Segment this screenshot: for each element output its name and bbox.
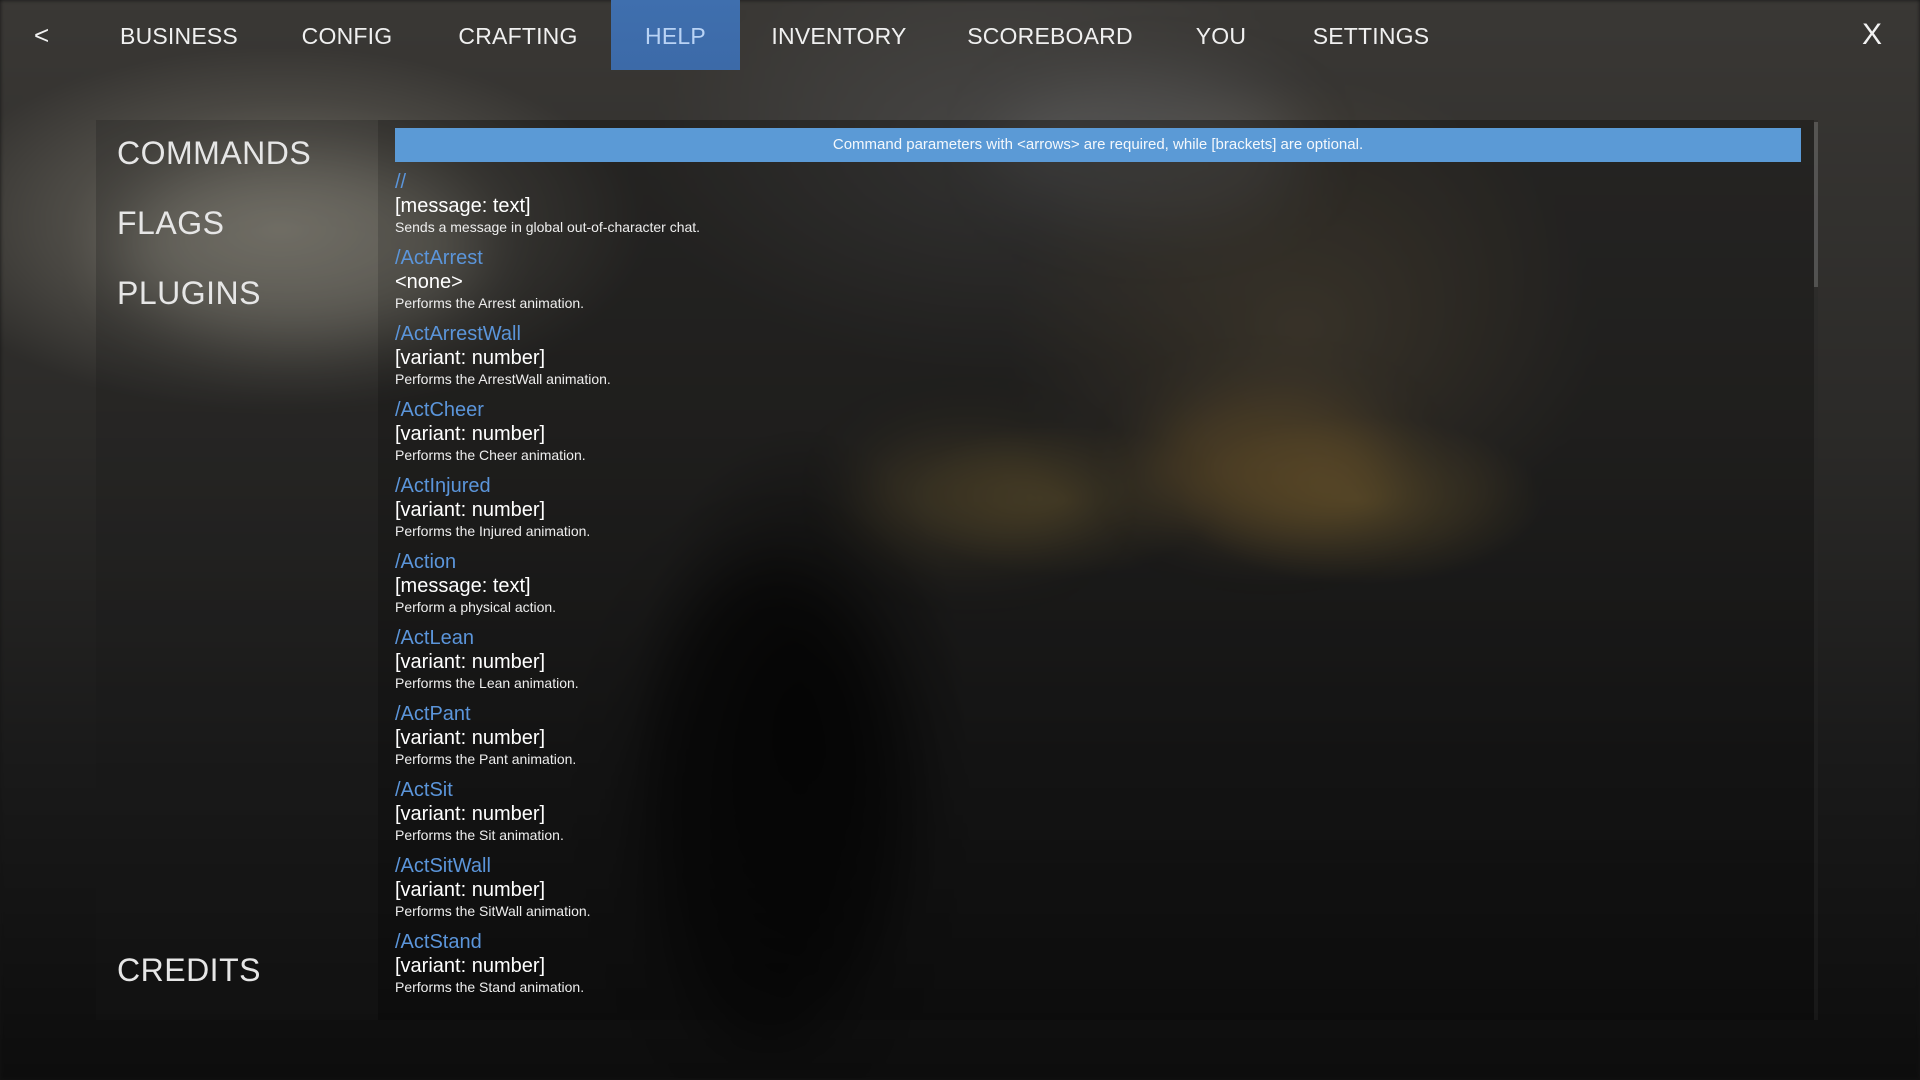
sidebar-item-commands[interactable]: COMMANDS: [117, 135, 311, 172]
command-entry: /ActPant [variant: number] Performs the …: [395, 702, 1795, 778]
command-arguments: [message: text]: [395, 195, 531, 217]
command-entry: /ActArrest <none> Performs the Arrest an…: [395, 246, 1795, 322]
tab-config[interactable]: CONFIG: [278, 0, 416, 70]
tab-business[interactable]: BUSINESS: [98, 0, 260, 70]
command-arguments: [variant: number]: [395, 803, 546, 825]
command-description: Performs the ArrestWall animation.: [395, 371, 611, 387]
command-description: Performs the Stand animation.: [395, 979, 585, 995]
command-entry: // [message: text] Sends a message in gl…: [395, 170, 1795, 246]
sidebar-item-plugins[interactable]: PLUGINS: [117, 275, 261, 312]
command-arguments: [variant: number]: [395, 423, 546, 445]
command-name[interactable]: /ActSitWall: [395, 854, 1795, 878]
help-sidebar: COMMANDS FLAGS PLUGINS CREDITS: [96, 120, 378, 1020]
command-description: Performs the Pant animation.: [395, 751, 577, 767]
command-entry: /ActLean [variant: number] Performs the …: [395, 626, 1795, 702]
command-name[interactable]: /ActPant: [395, 702, 1795, 726]
command-name[interactable]: /ActArrest: [395, 246, 1795, 270]
scrollbar-thumb[interactable]: [1814, 122, 1818, 287]
command-description: Performs the Arrest animation.: [395, 295, 585, 311]
tab-scoreboard[interactable]: SCOREBOARD: [955, 0, 1145, 70]
command-entry: /ActSit [variant: number] Performs the S…: [395, 778, 1795, 854]
command-description: Sends a message in global out-of-charact…: [395, 219, 701, 235]
command-list: // [message: text] Sends a message in gl…: [395, 170, 1795, 1006]
command-arguments: [variant: number]: [395, 651, 546, 673]
command-description: Performs the Lean animation.: [395, 675, 579, 691]
command-description: Performs the SitWall animation.: [395, 903, 591, 919]
tab-crafting[interactable]: CRAFTING: [442, 0, 594, 70]
command-arguments: [variant: number]: [395, 727, 546, 749]
command-arguments: [variant: number]: [395, 499, 546, 521]
command-arguments: [message: text]: [395, 575, 531, 597]
tab-settings[interactable]: SETTINGS: [1300, 0, 1442, 70]
sidebar-item-flags[interactable]: FLAGS: [117, 205, 224, 242]
command-name[interactable]: /ActInjured: [395, 474, 1795, 498]
parameter-notice-banner: Command parameters with <arrows> are req…: [395, 128, 1801, 162]
command-entry: /ActInjured [variant: number] Performs t…: [395, 474, 1795, 550]
back-button[interactable]: <: [34, 20, 49, 50]
command-name[interactable]: /ActCheer: [395, 398, 1795, 422]
command-name[interactable]: /Action: [395, 550, 1795, 574]
command-arguments: <none>: [395, 271, 463, 293]
tab-help[interactable]: HELP: [611, 0, 740, 70]
top-navigation-bar: < BUSINESS CONFIG CRAFTING HELP INVENTOR…: [0, 0, 1920, 70]
command-description: Performs the Injured animation.: [395, 523, 591, 539]
command-name[interactable]: /ActSit: [395, 778, 1795, 802]
command-entry: /Action [message: text] Perform a physic…: [395, 550, 1795, 626]
command-arguments: [variant: number]: [395, 347, 546, 369]
command-description: Performs the Sit animation.: [395, 827, 564, 843]
sidebar-item-credits[interactable]: CREDITS: [117, 952, 261, 989]
command-entry: /ActSitWall [variant: number] Performs t…: [395, 854, 1795, 930]
close-button[interactable]: X: [1862, 18, 1882, 52]
command-description: Performs the Cheer animation.: [395, 447, 586, 463]
command-entry: /ActCheer [variant: number] Performs the…: [395, 398, 1795, 474]
command-entry: /ActArrestWall [variant: number] Perform…: [395, 322, 1795, 398]
command-arguments: [variant: number]: [395, 955, 546, 977]
command-name[interactable]: //: [395, 170, 1795, 194]
command-arguments: [variant: number]: [395, 879, 546, 901]
command-name[interactable]: /ActArrestWall: [395, 322, 1795, 346]
tab-you[interactable]: YOU: [1180, 0, 1262, 70]
command-entry: /ActStand [variant: number] Performs the…: [395, 930, 1795, 1006]
command-name[interactable]: /ActLean: [395, 626, 1795, 650]
command-name[interactable]: /ActStand: [395, 930, 1795, 954]
tab-inventory[interactable]: INVENTORY: [760, 0, 918, 70]
command-description: Perform a physical action.: [395, 599, 557, 615]
